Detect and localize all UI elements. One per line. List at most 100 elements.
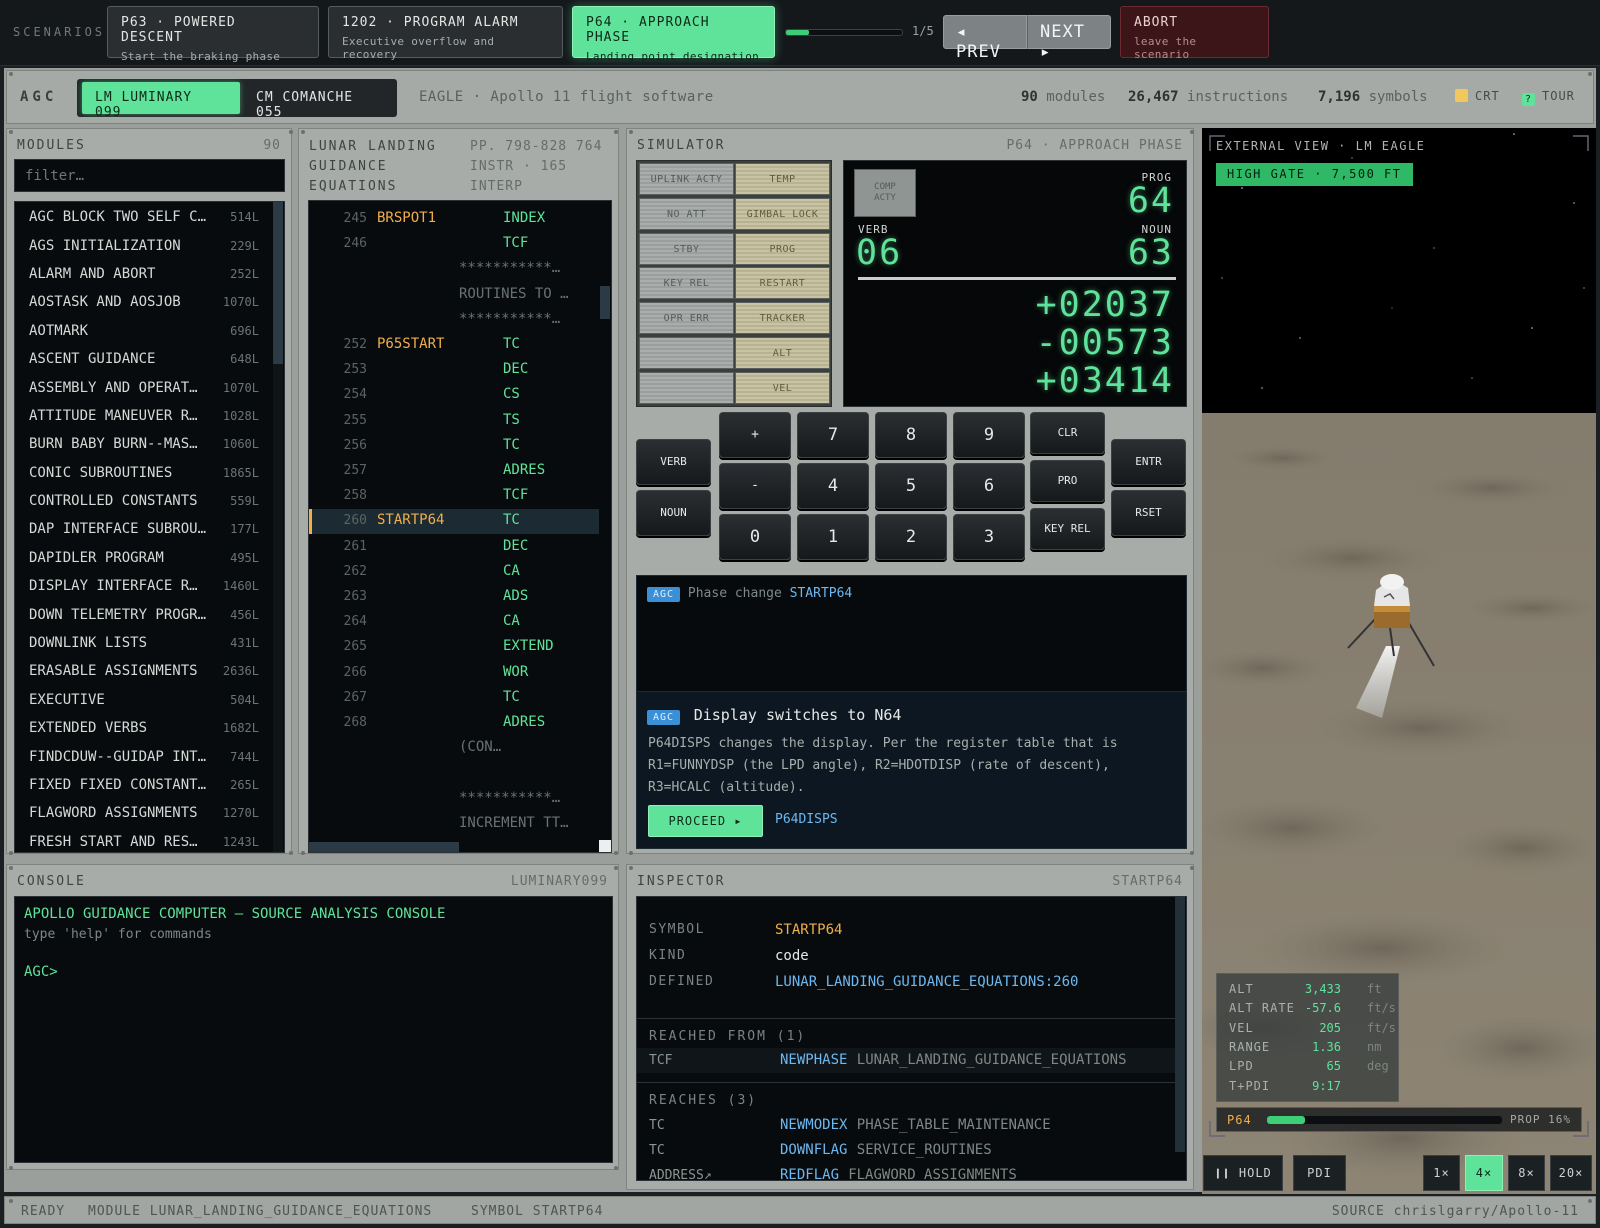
module-list-item[interactable]: ASCENT GUIDANCE 648L xyxy=(15,345,273,373)
ref-symbol-link[interactable]: REDFLAG xyxy=(780,1167,839,1180)
code-line[interactable]: 255 TS xyxy=(309,409,599,434)
module-list-item[interactable]: DISPLAY INTERFACE R… 1460L xyxy=(15,572,273,600)
key-3[interactable]: 3 xyxy=(953,514,1025,560)
code-line[interactable]: 261 DEC xyxy=(309,535,599,560)
scenario-1202[interactable]: 1202 · PROGRAM ALARM Executive overflow … xyxy=(328,6,563,61)
verb-key[interactable]: VERB xyxy=(636,439,711,485)
module-list-item[interactable]: AGS INITIALIZATION 229L xyxy=(15,231,273,259)
key-4[interactable]: 4 xyxy=(797,463,869,509)
key-6[interactable]: 6 xyxy=(953,463,1025,509)
module-list-item[interactable]: ASSEMBLY AND OPERAT… 1070L xyxy=(15,373,273,401)
code-line[interactable]: 246 TCF xyxy=(309,232,599,257)
module-list-item[interactable]: FINDCDUW--GUIDAP INT… 744L xyxy=(15,742,273,770)
code-line[interactable]: 262 CA xyxy=(309,560,599,585)
ref-symbol-link[interactable]: NEWMODEX xyxy=(780,1117,847,1133)
reference-row[interactable]: TC DOWNFLAG SERVICE_ROUTINES xyxy=(637,1138,1177,1163)
reference-row[interactable]: TCF NEWPHASE LUNAR_LANDING_GUIDANCE_EQUATI… xyxy=(637,1048,1177,1073)
code-line[interactable]: 264 CA xyxy=(309,610,599,635)
ref-symbol-link[interactable]: DOWNFLAG xyxy=(780,1142,847,1158)
code-line[interactable]: 256 TC xyxy=(309,434,599,459)
code-label[interactable]: STARTP64 xyxy=(377,512,444,528)
module-list-item[interactable]: AOSTASK AND AOSJOB 1070L xyxy=(15,288,273,316)
inspector-scroll-thumb[interactable] xyxy=(1175,897,1185,1152)
module-list-item[interactable]: FRESH START AND RES… 1243L xyxy=(15,828,273,852)
luminary-toggle[interactable]: LM LUMINARY 099 xyxy=(82,82,240,120)
code-line[interactable]: 252 P65START TC xyxy=(309,333,599,358)
clr-key[interactable]: CLR xyxy=(1030,412,1105,454)
module-filter-input[interactable] xyxy=(14,159,285,192)
speed-1x[interactable]: 1× xyxy=(1423,1155,1460,1191)
pdi-button[interactable]: PDI xyxy=(1293,1155,1346,1191)
code-line[interactable]: 254 CS xyxy=(309,383,599,408)
abort-button[interactable]: ABORT leave the scenario xyxy=(1120,6,1269,61)
code-line[interactable]: INCREMENT TT… xyxy=(309,812,599,837)
module-list-item[interactable]: EXTENDED VERBS 1682L xyxy=(15,714,273,742)
proceed-symbol-link[interactable]: P64DISPS xyxy=(775,812,838,827)
key-8[interactable]: 8 xyxy=(875,412,947,458)
comanche-toggle[interactable]: CM COMANCHE 055 xyxy=(243,82,393,120)
module-list-item[interactable]: CONTROLLED CONSTANTS 559L xyxy=(15,487,273,515)
minus-key[interactable]: - xyxy=(719,463,791,509)
code-line[interactable]: ***********… xyxy=(309,308,599,333)
console-output[interactable]: APOLLO GUIDANCE COMPUTER — SOURCE ANALYS… xyxy=(14,896,613,1163)
module-list-item[interactable]: ATTITUDE MANEUVER R… 1028L xyxy=(15,402,273,430)
ref-symbol-link[interactable]: NEWPHASE xyxy=(780,1052,847,1068)
code-line[interactable]: 266 WOR xyxy=(309,661,599,686)
module-list-item[interactable]: FIXED FIXED CONSTANT… 265L xyxy=(15,771,273,799)
entr-key[interactable]: ENTR xyxy=(1111,439,1186,485)
key-1[interactable]: 1 xyxy=(797,514,869,560)
pro-key[interactable]: PRO xyxy=(1030,460,1105,502)
key-rel-key[interactable]: KEY REL xyxy=(1030,508,1105,550)
key-9[interactable]: 9 xyxy=(953,412,1025,458)
reference-row[interactable]: TC NEWMODEX PHASE_TABLE_MAINTENANCE xyxy=(637,1113,1177,1138)
crt-toggle[interactable]: CRT xyxy=(1455,89,1500,103)
key-5[interactable]: 5 xyxy=(875,463,947,509)
code-label[interactable]: BRSPOT1 xyxy=(377,210,436,226)
code-line[interactable]: 260 STARTP64 TC xyxy=(309,509,599,535)
defined-link[interactable]: LUNAR_LANDING_GUIDANCE_EQUATIONS:260 xyxy=(775,974,1078,990)
code-line[interactable]: 258 TCF xyxy=(309,484,599,509)
scenario-p63[interactable]: P63 · POWERED DESCENT Start the braking … xyxy=(107,6,319,63)
module-list-item[interactable]: DOWN TELEMETRY PROGR… 456L xyxy=(15,600,273,628)
module-list-item[interactable]: ERASABLE ASSIGNMENTS 2636L xyxy=(15,657,273,685)
module-list-item[interactable]: AOTMARK 696L xyxy=(15,317,273,345)
code-line[interactable] xyxy=(309,761,599,786)
key-2[interactable]: 2 xyxy=(875,514,947,560)
modules-scrollbar[interactable] xyxy=(273,202,283,852)
prev-button[interactable]: ◂ PREV xyxy=(943,15,1027,62)
reference-row[interactable]: ADDRESS↗ REDFLAG FLAGWORD_ASSIGNMENTS xyxy=(637,1163,1177,1180)
modules-scroll-thumb[interactable] xyxy=(273,202,283,364)
code-scroll-thumb[interactable] xyxy=(600,286,610,319)
module-list-item[interactable]: ALARM AND ABORT 252L xyxy=(15,260,273,288)
module-list-item[interactable]: DAP INTERFACE SUBROU… 177L xyxy=(15,515,273,543)
code-line[interactable]: (CON… xyxy=(309,736,599,761)
key-7[interactable]: 7 xyxy=(797,412,869,458)
log-symbol-link[interactable]: STARTP64 xyxy=(790,586,853,601)
next-button[interactable]: NEXT ▸ xyxy=(1027,15,1111,62)
code-line[interactable]: 268 ADRES xyxy=(309,711,599,736)
rset-key[interactable]: RSET xyxy=(1111,490,1186,536)
module-list-item[interactable]: DAPIDLER PROGRAM 495L xyxy=(15,544,273,572)
proceed-button[interactable]: PROCEED ▸ xyxy=(648,805,763,837)
speed-8x[interactable]: 8× xyxy=(1508,1155,1545,1191)
module-list-item[interactable]: FLAGWORD ASSIGNMENTS 1270L xyxy=(15,799,273,827)
module-list-item[interactable]: CONIC SUBROUTINES 1865L xyxy=(15,459,273,487)
code-line[interactable]: 245 BRSPOT1 INDEX xyxy=(309,207,599,232)
code-line[interactable]: 253 DEC xyxy=(309,358,599,383)
console-prompt[interactable]: AGC> xyxy=(24,964,603,980)
speed-4x[interactable]: 4× xyxy=(1465,1155,1503,1191)
code-line[interactable]: ***********… xyxy=(309,787,599,812)
tour-toggle[interactable]: ? TOUR xyxy=(1522,89,1575,106)
scenario-p64[interactable]: P64 · APPROACH PHASE Landing point desig… xyxy=(572,6,775,63)
code-label[interactable]: P65START xyxy=(377,336,444,352)
module-list-item[interactable]: DOWNLINK LISTS 431L xyxy=(15,629,273,657)
module-list-item[interactable]: EXECUTIVE 504L xyxy=(15,686,273,714)
code-line[interactable]: 257 ADRES xyxy=(309,459,599,484)
module-list-item[interactable]: AGC BLOCK TWO SELF C… 514L xyxy=(15,203,273,231)
hold-button[interactable]: ❙❙ HOLD xyxy=(1203,1155,1283,1191)
plus-key[interactable]: + xyxy=(719,412,791,458)
speed-20x[interactable]: 20× xyxy=(1550,1155,1592,1191)
code-line[interactable]: 265 EXTEND xyxy=(309,635,599,660)
code-line[interactable]: ROUTINES TO … xyxy=(309,283,599,308)
code-hscroll-thumb[interactable] xyxy=(309,842,459,852)
